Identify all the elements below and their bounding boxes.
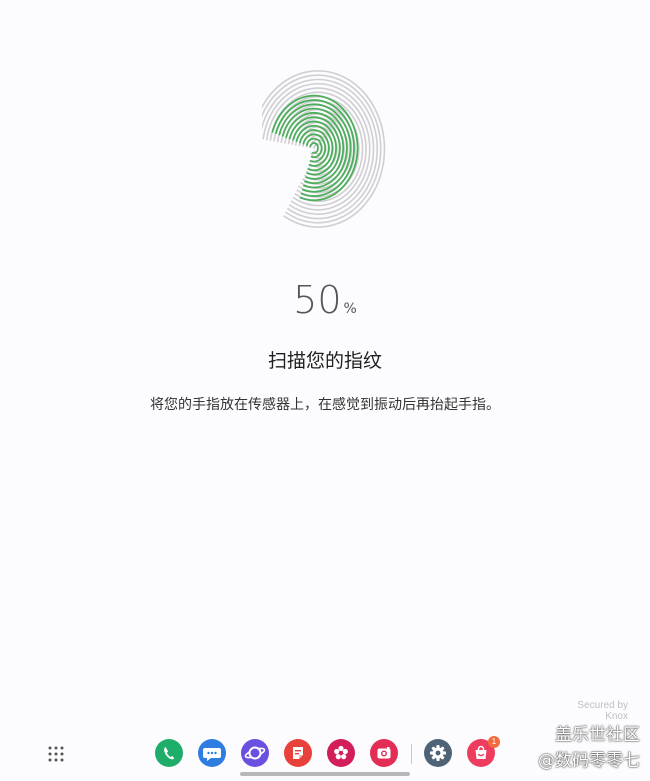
home-indicator-bar[interactable] xyxy=(240,772,410,776)
camera-icon xyxy=(377,747,391,759)
progress-unit: % xyxy=(343,301,357,317)
internet-icon xyxy=(244,746,266,760)
notes-icon xyxy=(293,747,303,759)
message-icon xyxy=(203,748,221,761)
gallery-icon xyxy=(334,745,348,760)
page-title: 扫描您的指纹 xyxy=(267,350,382,372)
apps-grid-icon[interactable] xyxy=(46,744,66,764)
instruction-text: 将您的手指放在传感器上，在感觉到振动后再抬起手指。 xyxy=(150,397,500,413)
knox-brand-label: Knox xyxy=(605,711,628,722)
scan-progress: 50% xyxy=(0,278,650,322)
settings-app-button[interactable] xyxy=(424,739,452,767)
messages-app-button[interactable] xyxy=(198,739,226,767)
progress-value: 50 xyxy=(293,278,342,322)
fingerprint-icon xyxy=(262,70,386,228)
gear-icon xyxy=(430,745,446,761)
phone-app-button[interactable] xyxy=(155,739,183,767)
community-watermark: 盖乐世社区 @数码零零七 xyxy=(538,722,640,774)
internet-app-button[interactable] xyxy=(241,739,269,767)
fingerprint-setup-screen: 50% 扫描您的指纹 将您的手指放在传感器上，在感觉到振动后再抬起手指。 Sec… xyxy=(0,0,650,781)
store-app-button[interactable]: 1 xyxy=(467,736,500,767)
dock-divider xyxy=(411,744,412,764)
knox-badge: Secured by Knox xyxy=(577,700,628,722)
notification-badge: 1 xyxy=(488,736,500,748)
watermark-author: @数码零零七 xyxy=(538,751,640,771)
phone-icon xyxy=(164,747,175,760)
watermark-community: 盖乐世社区 xyxy=(555,725,640,745)
gallery-app-button[interactable] xyxy=(327,739,355,767)
knox-secured-label: Secured by xyxy=(577,700,628,711)
notes-app-button[interactable] xyxy=(284,739,312,767)
camera-app-button[interactable] xyxy=(370,739,398,767)
